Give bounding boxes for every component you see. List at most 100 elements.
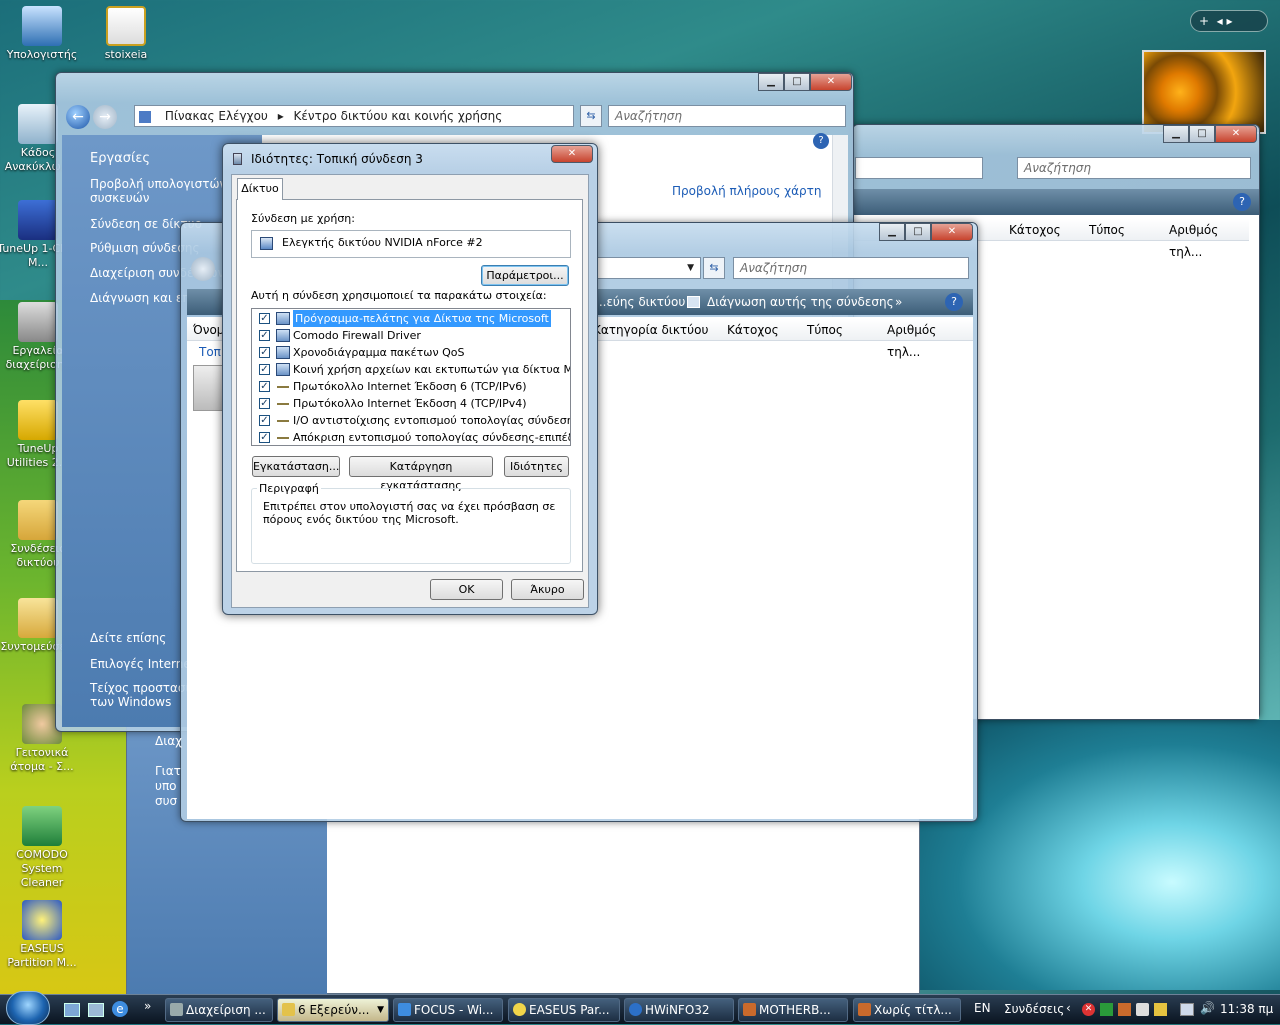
component-checkbox[interactable]: ✓ bbox=[259, 313, 270, 324]
minimize-button[interactable]: ▁ bbox=[879, 223, 905, 241]
group-header[interactable]: Τοπ bbox=[199, 345, 221, 359]
forward-button[interactable]: → bbox=[93, 105, 117, 129]
address-bar[interactable]: Πίνακας Ελέγχου ▸ Κέντρο δικτύου και κοι… bbox=[134, 105, 574, 127]
back-button[interactable] bbox=[191, 257, 215, 281]
taskbar-button-hwinfo[interactable]: HWiNFO32 bbox=[624, 998, 734, 1022]
column-name[interactable]: Όνομ bbox=[193, 319, 224, 341]
maximize-button[interactable]: □ bbox=[905, 223, 931, 241]
component-checkbox[interactable]: ✓ bbox=[259, 415, 270, 426]
cancel-button[interactable]: Άκυρο bbox=[511, 579, 584, 600]
component-checkbox[interactable]: ✓ bbox=[259, 330, 270, 341]
toolbar-item-view-status[interactable]: ...εύης δικτύου bbox=[595, 289, 685, 315]
component-item[interactable]: ✓ Comodo Firewall Driver bbox=[256, 327, 568, 344]
help-icon[interactable]: ? bbox=[1233, 193, 1251, 211]
component-item[interactable]: ✓ Πρωτόκολλο Internet Έκδοση 6 (TCP/IPv6) bbox=[256, 378, 568, 395]
close-button[interactable]: ✕ bbox=[931, 223, 973, 241]
column-phone[interactable]: Αριθμός τηλ... bbox=[887, 319, 973, 363]
shield-icon[interactable] bbox=[1136, 1003, 1149, 1016]
address-bar[interactable]: ▼ bbox=[581, 257, 701, 279]
tasks-title: Εργασίες bbox=[90, 151, 151, 166]
component-checkbox[interactable]: ✓ bbox=[259, 398, 270, 409]
taskbar-button-explorer[interactable]: 6 Εξερεύν... ▼ bbox=[277, 998, 389, 1022]
photo-gadget[interactable] bbox=[1142, 50, 1266, 134]
language-indicator[interactable]: EN bbox=[974, 1001, 991, 1015]
search-input[interactable]: Αναζήτηση bbox=[1017, 157, 1251, 179]
refresh-button[interactable]: ⇆ bbox=[703, 257, 725, 279]
quick-launch-ie-icon[interactable]: e bbox=[112, 1001, 128, 1017]
configure-button[interactable]: Παράμετροι... bbox=[481, 265, 569, 286]
client-icon bbox=[276, 312, 290, 325]
tray-app-icon[interactable] bbox=[1118, 1003, 1131, 1016]
uninstall-button[interactable]: Κατάργηση εγκατάστασης bbox=[349, 456, 493, 492]
close-button[interactable]: ✕ bbox=[1215, 125, 1257, 143]
view-full-map-link[interactable]: Προβολή πλήρους χάρτη bbox=[672, 184, 821, 198]
tray-expand-chevron[interactable]: ‹ bbox=[1066, 1001, 1071, 1015]
properties-button[interactable]: Ιδιότητες bbox=[504, 456, 569, 477]
column-phone[interactable]: Αριθμός τηλ... bbox=[1169, 219, 1249, 263]
components-list[interactable]: ✓ Πρόγραμμα-πελάτης για Δίκτυα της Micros… bbox=[251, 308, 571, 446]
connection-icon[interactable] bbox=[193, 365, 223, 411]
desktop-icon-stoixeia[interactable]: stoixeia bbox=[84, 6, 168, 62]
network-tray-icon[interactable] bbox=[1180, 1003, 1194, 1016]
address-bar[interactable] bbox=[855, 157, 983, 179]
start-button[interactable] bbox=[6, 991, 50, 1025]
component-item[interactable]: ✓ I/O αντιστοίχισης εντοπισμού τοπολογίας… bbox=[256, 412, 570, 429]
install-button[interactable]: Εγκατάσταση... bbox=[252, 456, 340, 477]
volume-icon[interactable]: 🔊 bbox=[1200, 1001, 1215, 1015]
help-icon[interactable]: ? bbox=[945, 293, 963, 311]
breadcrumb-control-panel[interactable]: Πίνακας Ελέγχου bbox=[165, 109, 268, 123]
minimize-button[interactable]: ▁ bbox=[1163, 125, 1189, 143]
column-type[interactable]: Τύπος bbox=[1089, 219, 1125, 241]
sidebar-controls[interactable]: + ◂ ▸ bbox=[1190, 10, 1268, 32]
column-network-category[interactable]: Κατηγορία δικτύου bbox=[593, 319, 708, 341]
taskbar-button-easeus[interactable]: EASEUS Par... bbox=[508, 998, 620, 1022]
maximize-button[interactable]: □ bbox=[784, 73, 810, 91]
help-icon[interactable]: ? bbox=[813, 133, 829, 149]
column-owner[interactable]: Κάτοχος bbox=[1009, 219, 1061, 241]
breadcrumb-network-center[interactable]: Κέντρο δικτύου και κοινής χρήσης bbox=[294, 109, 503, 123]
close-button[interactable]: ✕ bbox=[810, 73, 852, 91]
error-icon[interactable]: ✕ bbox=[1082, 1003, 1095, 1016]
taskbar-button-focus[interactable]: FOCUS - Wi... bbox=[393, 998, 503, 1022]
toolbar-more-chevron[interactable]: » bbox=[895, 289, 902, 315]
component-checkbox[interactable]: ✓ bbox=[259, 432, 270, 443]
component-checkbox[interactable]: ✓ bbox=[259, 364, 270, 375]
minimize-button[interactable]: ▁ bbox=[758, 73, 784, 91]
close-button[interactable]: ✕ bbox=[551, 145, 593, 163]
toolbar-item-diagnose[interactable]: Διάγνωση αυτής της σύνδεσης bbox=[707, 289, 894, 315]
refresh-button[interactable]: ⇆ bbox=[580, 105, 602, 127]
desktop-icon-comodo[interactable]: COMODO System Cleaner bbox=[0, 806, 84, 890]
quick-launch-desktop-icon[interactable] bbox=[64, 1003, 80, 1017]
component-item[interactable]: ✓ Χρονοδιάγραμμα πακέτων QoS bbox=[256, 344, 568, 361]
component-checkbox[interactable]: ✓ bbox=[259, 347, 270, 358]
search-input[interactable]: Αναζήτηση bbox=[608, 105, 846, 127]
component-item[interactable]: ✓ Απόκριση εντοπισμού τοπολογίας σύνδεσης… bbox=[256, 429, 570, 445]
maximize-button[interactable]: □ bbox=[1189, 125, 1215, 143]
column-type[interactable]: Τύπος bbox=[807, 319, 843, 341]
search-input[interactable]: Αναζήτηση bbox=[733, 257, 969, 279]
desktop-icon-computer[interactable]: Υπολογιστής bbox=[0, 6, 84, 62]
connections-toolbar[interactable]: Συνδέσεις bbox=[1004, 1002, 1064, 1016]
quick-launch-more-chevron[interactable]: » bbox=[144, 999, 151, 1013]
protocol-icon bbox=[277, 403, 289, 405]
desktop-icon-easeus[interactable]: EASEUS Partition M... bbox=[0, 900, 84, 970]
column-owner[interactable]: Κάτοχος bbox=[727, 319, 779, 341]
taskbar-button-admin[interactable]: Διαχείριση ... bbox=[165, 998, 273, 1022]
tab-network[interactable]: Δίκτυο bbox=[237, 178, 283, 200]
quick-launch-switch-icon[interactable] bbox=[88, 1003, 104, 1017]
component-item[interactable]: ✓ Πρωτόκολλο Internet Έκδοση 4 (TCP/IPv4) bbox=[256, 395, 568, 412]
back-button[interactable]: ← bbox=[66, 105, 90, 129]
taskbar-button-untitled[interactable]: Χωρίς τίτλ... bbox=[853, 998, 961, 1022]
network-adapter-icon bbox=[260, 237, 273, 250]
chevron-down-icon[interactable]: ▼ bbox=[687, 258, 694, 278]
component-item[interactable]: ✓ Κοινή χρήση αρχείων και εκτυπωτών για δ… bbox=[256, 361, 570, 378]
taskbar-button-motherboard[interactable]: MOTHERB... bbox=[738, 998, 848, 1022]
component-checkbox[interactable]: ✓ bbox=[259, 381, 270, 392]
protocol-icon bbox=[277, 437, 289, 439]
component-item[interactable]: ✓ Πρόγραμμα-πελάτης για Δίκτυα της Micros… bbox=[256, 310, 568, 327]
tray-app-icon[interactable] bbox=[1154, 1003, 1167, 1016]
clock[interactable]: 11:38 πμ bbox=[1220, 1002, 1273, 1016]
tray-app-icon[interactable] bbox=[1100, 1003, 1113, 1016]
ok-button[interactable]: OK bbox=[430, 579, 503, 600]
network-folder-icon bbox=[18, 500, 58, 540]
